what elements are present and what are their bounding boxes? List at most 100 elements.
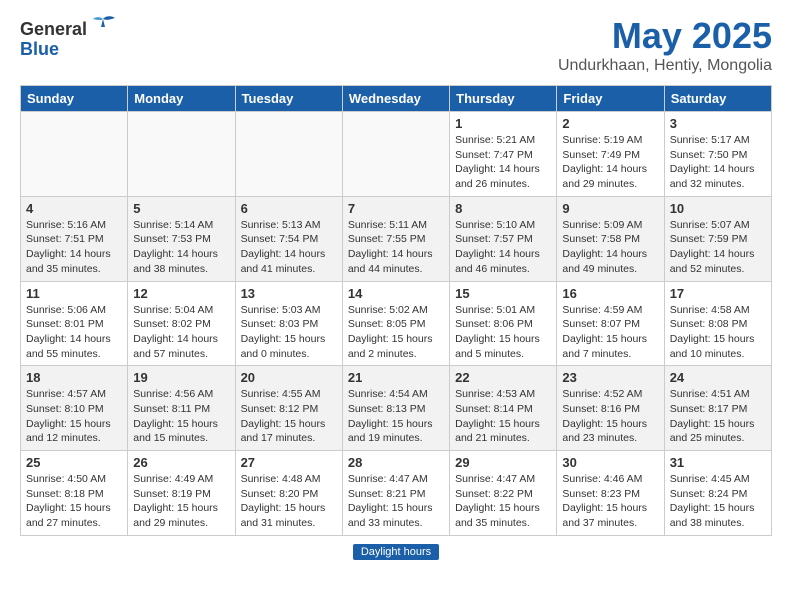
- calendar-cell: 24 Sunrise: 4:51 AM Sunset: 8:17 PM Dayli…: [664, 366, 771, 451]
- day-info: Sunrise: 5:14 AM Sunset: 7:53 PM Dayligh…: [133, 218, 229, 277]
- day-number: 22: [455, 370, 551, 385]
- footer-label: Daylight hours: [353, 544, 439, 560]
- day-info: Sunrise: 4:56 AM Sunset: 8:11 PM Dayligh…: [133, 387, 229, 446]
- calendar-cell: 10 Sunrise: 5:07 AM Sunset: 7:59 PM Dayli…: [664, 196, 771, 281]
- day-info: Sunrise: 5:09 AM Sunset: 7:58 PM Dayligh…: [562, 218, 658, 277]
- calendar-week-5: 25 Sunrise: 4:50 AM Sunset: 8:18 PM Dayli…: [21, 451, 772, 536]
- location-title: Undurkhaan, Hentiy, Mongolia: [558, 57, 772, 75]
- logo-blue: Blue: [20, 39, 59, 60]
- calendar-cell: 21 Sunrise: 4:54 AM Sunset: 8:13 PM Dayli…: [342, 366, 449, 451]
- calendar-week-1: 1 Sunrise: 5:21 AM Sunset: 7:47 PM Daylig…: [21, 112, 772, 197]
- calendar-cell: 25 Sunrise: 4:50 AM Sunset: 8:18 PM Dayli…: [21, 451, 128, 536]
- calendar-cell: 20 Sunrise: 4:55 AM Sunset: 8:12 PM Dayli…: [235, 366, 342, 451]
- calendar: SundayMondayTuesdayWednesdayThursdayFrid…: [20, 85, 772, 536]
- day-info: Sunrise: 4:54 AM Sunset: 8:13 PM Dayligh…: [348, 387, 444, 446]
- calendar-cell: [21, 112, 128, 197]
- day-info: Sunrise: 5:04 AM Sunset: 8:02 PM Dayligh…: [133, 303, 229, 362]
- calendar-cell: 12 Sunrise: 5:04 AM Sunset: 8:02 PM Dayli…: [128, 281, 235, 366]
- day-info: Sunrise: 5:11 AM Sunset: 7:55 PM Dayligh…: [348, 218, 444, 277]
- calendar-cell: 7 Sunrise: 5:11 AM Sunset: 7:55 PM Daylig…: [342, 196, 449, 281]
- day-info: Sunrise: 5:01 AM Sunset: 8:06 PM Dayligh…: [455, 303, 551, 362]
- day-number: 9: [562, 201, 658, 216]
- day-number: 29: [455, 455, 551, 470]
- day-header-sunday: Sunday: [21, 86, 128, 112]
- day-info: Sunrise: 5:19 AM Sunset: 7:49 PM Dayligh…: [562, 133, 658, 192]
- day-number: 15: [455, 286, 551, 301]
- day-info: Sunrise: 4:46 AM Sunset: 8:23 PM Dayligh…: [562, 472, 658, 531]
- day-number: 3: [670, 116, 766, 131]
- day-number: 4: [26, 201, 122, 216]
- day-info: Sunrise: 4:53 AM Sunset: 8:14 PM Dayligh…: [455, 387, 551, 446]
- calendar-week-4: 18Sunrise: 4:57 AM Sunset: 8:10 PM Dayli…: [21, 366, 772, 451]
- day-info: Sunrise: 4:55 AM Sunset: 8:12 PM Dayligh…: [241, 387, 337, 446]
- title-block: May 2025 Undurkhaan, Hentiy, Mongolia: [558, 15, 772, 75]
- calendar-cell: 23 Sunrise: 4:52 AM Sunset: 8:16 PM Dayli…: [557, 366, 664, 451]
- day-number: 31: [670, 455, 766, 470]
- calendar-cell: [342, 112, 449, 197]
- calendar-cell: 5 Sunrise: 5:14 AM Sunset: 7:53 PM Daylig…: [128, 196, 235, 281]
- day-info: Sunrise: 4:57 AM Sunset: 8:10 PM Dayligh…: [26, 387, 122, 446]
- calendar-cell: 15 Sunrise: 5:01 AM Sunset: 8:06 PM Dayli…: [450, 281, 557, 366]
- day-info: Sunrise: 5:07 AM Sunset: 7:59 PM Dayligh…: [670, 218, 766, 277]
- day-info: Sunrise: 4:58 AM Sunset: 8:08 PM Dayligh…: [670, 303, 766, 362]
- day-header-tuesday: Tuesday: [235, 86, 342, 112]
- calendar-cell: 26Sunrise: 4:49 AM Sunset: 8:19 PM Dayli…: [128, 451, 235, 536]
- day-number: 21: [348, 370, 444, 385]
- calendar-cell: 2 Sunrise: 5:19 AM Sunset: 7:49 PM Daylig…: [557, 112, 664, 197]
- day-info: Sunrise: 4:59 AM Sunset: 8:07 PM Dayligh…: [562, 303, 658, 362]
- calendar-cell: 30 Sunrise: 4:46 AM Sunset: 8:23 PM Dayli…: [557, 451, 664, 536]
- calendar-cell: 29 Sunrise: 4:47 AM Sunset: 8:22 PM Dayli…: [450, 451, 557, 536]
- day-info: Sunrise: 5:03 AM Sunset: 8:03 PM Dayligh…: [241, 303, 337, 362]
- day-number: 2: [562, 116, 658, 131]
- day-info: Sunrise: 4:51 AM Sunset: 8:17 PM Dayligh…: [670, 387, 766, 446]
- day-info: Sunrise: 5:06 AM Sunset: 8:01 PM Dayligh…: [26, 303, 122, 362]
- logo-bird-icon: [89, 15, 117, 43]
- day-info: Sunrise: 4:47 AM Sunset: 8:22 PM Dayligh…: [455, 472, 551, 531]
- month-title: May 2025: [558, 15, 772, 57]
- day-number: 28: [348, 455, 444, 470]
- page: General Blue May 2025 Undurkhaan, Hentiy…: [0, 0, 792, 575]
- day-number: 7: [348, 201, 444, 216]
- calendar-cell: 4Sunrise: 5:16 AM Sunset: 7:51 PM Daylig…: [21, 196, 128, 281]
- day-number: 11: [26, 286, 122, 301]
- calendar-cell: 6Sunrise: 5:13 AM Sunset: 7:54 PM Daylig…: [235, 196, 342, 281]
- day-info: Sunrise: 4:50 AM Sunset: 8:18 PM Dayligh…: [26, 472, 122, 531]
- day-number: 10: [670, 201, 766, 216]
- footer: Daylight hours: [20, 544, 772, 560]
- calendar-cell: 19Sunrise: 4:56 AM Sunset: 8:11 PM Dayli…: [128, 366, 235, 451]
- calendar-cell: 13Sunrise: 5:03 AM Sunset: 8:03 PM Dayli…: [235, 281, 342, 366]
- day-header-friday: Friday: [557, 86, 664, 112]
- day-number: 12: [133, 286, 229, 301]
- day-info: Sunrise: 4:47 AM Sunset: 8:21 PM Dayligh…: [348, 472, 444, 531]
- day-number: 24: [670, 370, 766, 385]
- calendar-cell: 16 Sunrise: 4:59 AM Sunset: 8:07 PM Dayli…: [557, 281, 664, 366]
- day-number: 1: [455, 116, 551, 131]
- day-number: 25: [26, 455, 122, 470]
- calendar-header-row: SundayMondayTuesdayWednesdayThursdayFrid…: [21, 86, 772, 112]
- calendar-cell: 27Sunrise: 4:48 AM Sunset: 8:20 PM Dayli…: [235, 451, 342, 536]
- day-number: 5: [133, 201, 229, 216]
- day-number: 17: [670, 286, 766, 301]
- calendar-cell: 1 Sunrise: 5:21 AM Sunset: 7:47 PM Daylig…: [450, 112, 557, 197]
- calendar-cell: [128, 112, 235, 197]
- day-info: Sunrise: 5:02 AM Sunset: 8:05 PM Dayligh…: [348, 303, 444, 362]
- day-number: 23: [562, 370, 658, 385]
- calendar-week-3: 11 Sunrise: 5:06 AM Sunset: 8:01 PM Dayli…: [21, 281, 772, 366]
- day-info: Sunrise: 4:52 AM Sunset: 8:16 PM Dayligh…: [562, 387, 658, 446]
- logo-general: General: [20, 19, 87, 40]
- day-number: 30: [562, 455, 658, 470]
- calendar-cell: 14 Sunrise: 5:02 AM Sunset: 8:05 PM Dayli…: [342, 281, 449, 366]
- day-info: Sunrise: 5:13 AM Sunset: 7:54 PM Dayligh…: [241, 218, 337, 277]
- day-info: Sunrise: 5:21 AM Sunset: 7:47 PM Dayligh…: [455, 133, 551, 192]
- day-info: Sunrise: 4:48 AM Sunset: 8:20 PM Dayligh…: [241, 472, 337, 531]
- calendar-cell: 17 Sunrise: 4:58 AM Sunset: 8:08 PM Dayli…: [664, 281, 771, 366]
- day-number: 8: [455, 201, 551, 216]
- day-header-monday: Monday: [128, 86, 235, 112]
- day-info: Sunrise: 5:17 AM Sunset: 7:50 PM Dayligh…: [670, 133, 766, 192]
- calendar-cell: 22 Sunrise: 4:53 AM Sunset: 8:14 PM Dayli…: [450, 366, 557, 451]
- day-number: 16: [562, 286, 658, 301]
- header: General Blue May 2025 Undurkhaan, Hentiy…: [20, 15, 772, 75]
- day-number: 20: [241, 370, 337, 385]
- day-number: 14: [348, 286, 444, 301]
- day-info: Sunrise: 4:45 AM Sunset: 8:24 PM Dayligh…: [670, 472, 766, 531]
